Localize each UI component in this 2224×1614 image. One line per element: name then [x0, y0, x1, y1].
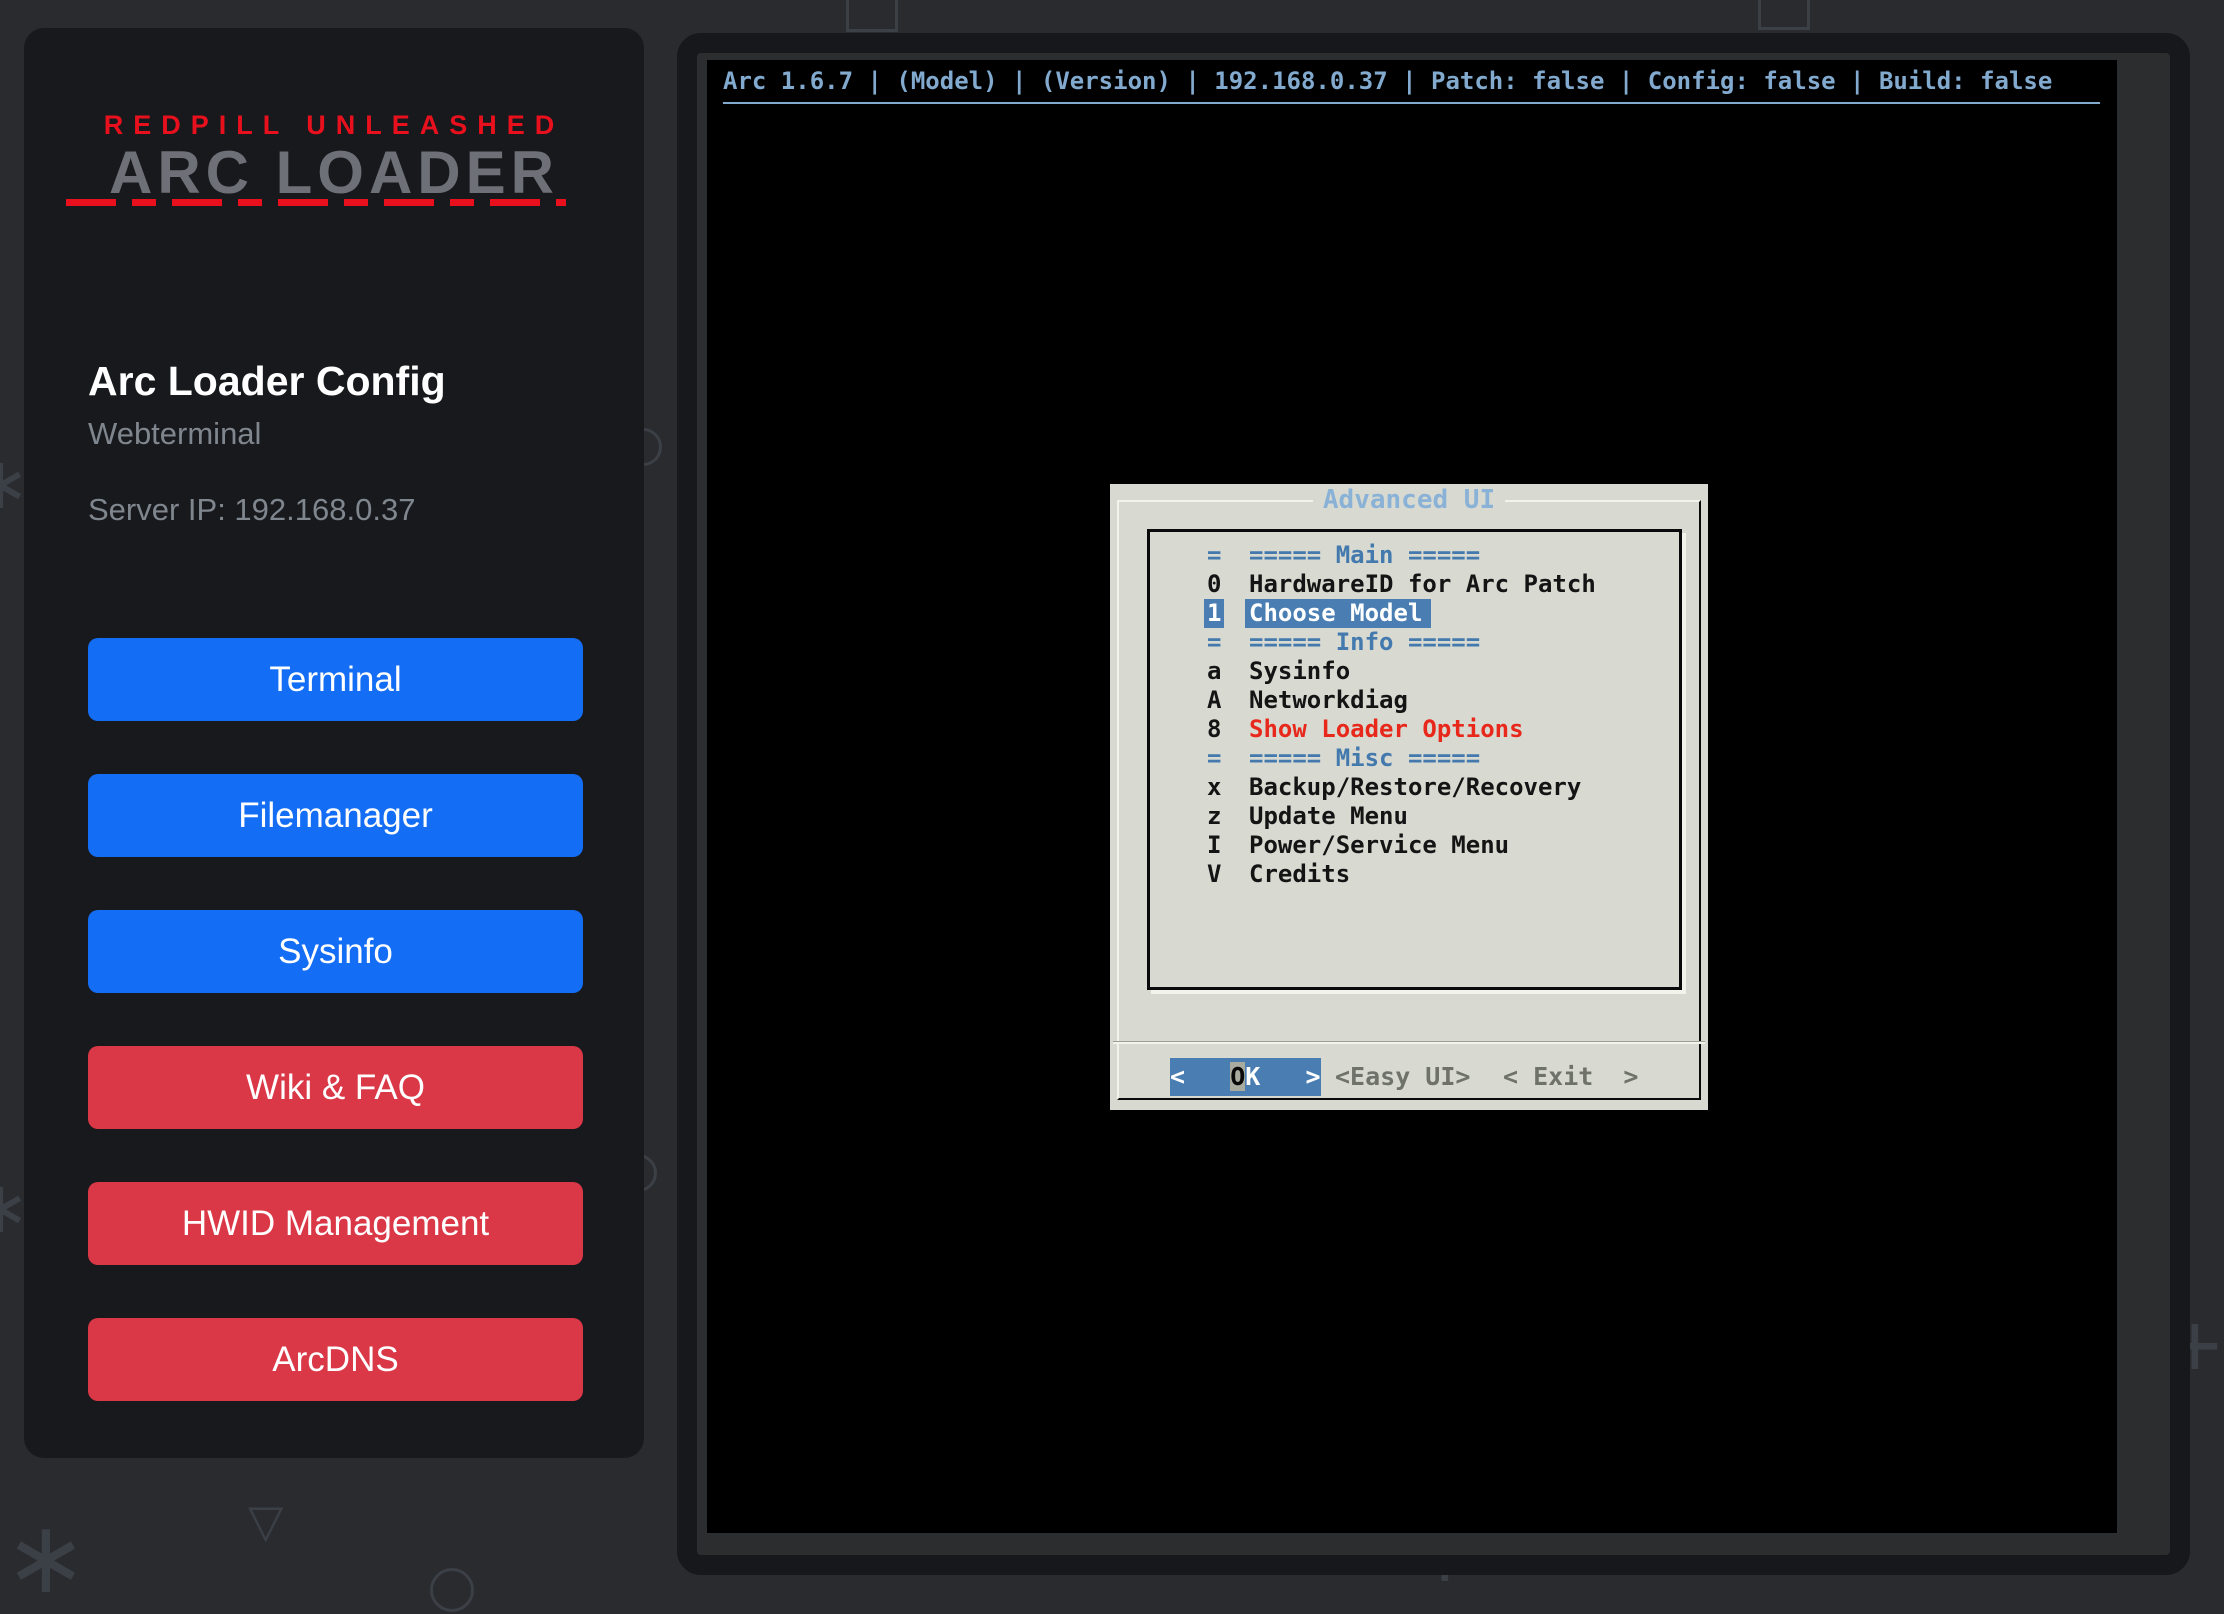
sidebar-button-filemanager[interactable]: Filemanager — [88, 774, 583, 857]
ok-button[interactable]: < OK > — [1170, 1058, 1321, 1096]
page-subtitle: Webterminal — [88, 416, 261, 452]
brand-dashed-line — [66, 199, 566, 206]
menu-item-key: 0 — [1207, 570, 1221, 599]
menu-item-label: HardwareID for Arc Patch — [1249, 570, 1596, 599]
menu-item-key: = — [1207, 744, 1221, 773]
dialog-menu-item-4[interactable]: a Sysinfo — [1150, 657, 1679, 686]
cursor: O — [1230, 1062, 1245, 1091]
sidebar-button-terminal[interactable]: Terminal — [88, 638, 583, 721]
sidebar: REDPILL UNLEASHED ARC LOADER Arc Loader … — [24, 28, 644, 1458]
dialog-menu-item-10[interactable]: I Power/Service Menu — [1150, 831, 1679, 860]
sidebar-button-arcdns[interactable]: ArcDNS — [88, 1318, 583, 1401]
server-ip-label: Server IP: 192.168.0.37 — [88, 492, 415, 528]
dialog-menu-item-5[interactable]: A Networkdiag — [1150, 686, 1679, 715]
dialog-menu-item-1[interactable]: 0 HardwareID for Arc Patch — [1150, 570, 1679, 599]
menu-item-label: Credits — [1249, 860, 1350, 889]
dialog-menu: = ===== Main ===== 0 HardwareID for Arc Pat… — [1147, 529, 1682, 990]
dialog-menu-item-0[interactable]: = ===== Main ===== — [1150, 541, 1679, 570]
decor-square — [846, 0, 898, 32]
dialog-menu-item-6[interactable]: 8 Show Loader Options — [1150, 715, 1679, 744]
terminal-status-line: Arc 1.6.7 | (Model) | (Version) | 192.16… — [723, 64, 2052, 98]
menu-item-key: I — [1207, 831, 1221, 860]
dialog-menu-item-2[interactable]: 1 Choose Model — [1150, 599, 1679, 628]
exit-button[interactable]: < Exit > — [1503, 1058, 1638, 1096]
menu-item-label: ===== Info ===== — [1249, 628, 1480, 657]
menu-item-label: Backup/Restore/Recovery — [1249, 773, 1581, 802]
brand-tagline: REDPILL UNLEASHED — [24, 110, 644, 141]
sidebar-button-hwid-management[interactable]: HWID Management — [88, 1182, 583, 1265]
dialog-title: Advanced UI — [1110, 486, 1708, 514]
menu-item-key: 8 — [1207, 715, 1221, 744]
advanced-ui-dialog: Advanced UI = ===== Main ===== 0 HardwareID… — [1110, 484, 1708, 1110]
sidebar-button-sysinfo[interactable]: Sysinfo — [88, 910, 583, 993]
menu-item-key: A — [1207, 686, 1221, 715]
dialog-menu-item-7[interactable]: = ===== Misc ===== — [1150, 744, 1679, 773]
decor-square — [1758, 0, 1810, 30]
dialog-menu-item-3[interactable]: = ===== Info ===== — [1150, 628, 1679, 657]
menu-item-label: Sysinfo — [1249, 657, 1350, 686]
menu-item-key: x — [1207, 773, 1221, 802]
menu-item-key: z — [1207, 802, 1221, 831]
dialog-button-separator — [1113, 1041, 1705, 1044]
menu-item-label: Update Menu — [1249, 802, 1408, 831]
menu-item-label: Networkdiag — [1249, 686, 1408, 715]
easy-ui-button[interactable]: <Easy UI> — [1335, 1058, 1470, 1096]
menu-item-key: 1 — [1204, 599, 1224, 628]
menu-item-label: Power/Service Menu — [1249, 831, 1509, 860]
menu-item-label: ===== Misc ===== — [1249, 744, 1480, 773]
decor-triangle-icon: ▽ — [248, 1498, 283, 1544]
terminal-screen[interactable]: Arc 1.6.7 | (Model) | (Version) | 192.16… — [707, 60, 2117, 1533]
menu-item-label: ===== Main ===== — [1249, 541, 1480, 570]
sidebar-button-wiki-faq[interactable]: Wiki & FAQ — [88, 1046, 583, 1129]
brand-logo: ARC LOADER — [24, 138, 644, 207]
sidebar-buttons: Terminal Filemanager Sysinfo Wiki & FAQ HWID… — [88, 638, 583, 1401]
menu-item-key: V — [1207, 860, 1221, 889]
dialog-menu-item-11[interactable]: V Credits — [1150, 860, 1679, 889]
terminal-status-rule — [723, 102, 2100, 104]
decor-asterisk-icon: ∗ — [4, 1508, 88, 1608]
decor-circle — [430, 1568, 474, 1612]
terminal-panel: Arc 1.6.7 | (Model) | (Version) | 192.16… — [677, 33, 2190, 1575]
dialog-menu-item-8[interactable]: x Backup/Restore/Recovery — [1150, 773, 1679, 802]
menu-item-label: Choose Model — [1245, 599, 1431, 628]
menu-item-key: = — [1207, 628, 1221, 657]
menu-item-key: a — [1207, 657, 1221, 686]
dialog-menu-item-9[interactable]: z Update Menu — [1150, 802, 1679, 831]
menu-item-key: = — [1207, 541, 1221, 570]
menu-item-label: Show Loader Options — [1249, 715, 1524, 744]
page-title: Arc Loader Config — [88, 358, 446, 405]
